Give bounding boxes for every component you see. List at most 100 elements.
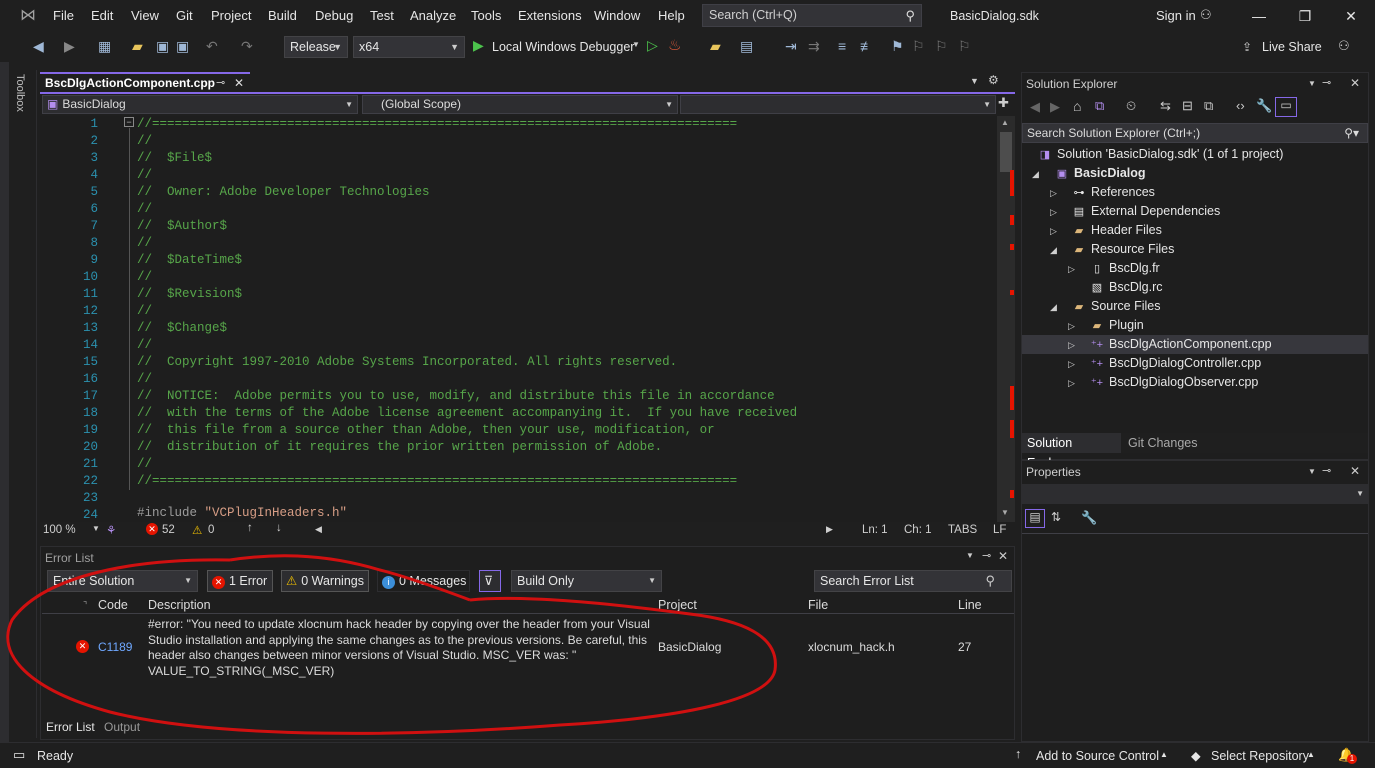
menu-debug[interactable]: Debug — [315, 0, 353, 32]
share-icon[interactable]: ⇪ — [1242, 40, 1252, 54]
undo-icon[interactable]: ↶ — [206, 38, 218, 55]
close-window-button[interactable]: ✕ — [1328, 0, 1374, 32]
scroll-down-icon[interactable]: ▼ — [1001, 508, 1009, 517]
prev-bookmark-icon[interactable]: ⚐ — [912, 38, 925, 55]
account-icon[interactable]: ⚇ — [1200, 7, 1212, 23]
errors-filter-button[interactable]: ✕ 1 Error — [207, 570, 273, 592]
back-icon[interactable]: ◀ — [1030, 99, 1040, 115]
collapsed-icon[interactable]: ▷ — [1068, 378, 1075, 389]
menu-edit[interactable]: Edit — [91, 0, 113, 32]
solution-search-input[interactable]: Search Solution Explorer (Ctrl+;) ⚲▾ — [1022, 123, 1368, 143]
project-nav-select[interactable]: ▣ BasicDialog ▼ — [42, 95, 358, 114]
tree-solution[interactable]: ◨ Solution 'BasicDialog.sdk' (1 of 1 proj… — [1038, 145, 1284, 165]
pin-icon[interactable]: ⊸ — [216, 74, 225, 92]
menu-build[interactable]: Build — [268, 0, 297, 32]
tree-bscdlgdialogobserver-cpp[interactable]: ⁺+ BscDlgDialogObserver.cpp — [1090, 373, 1259, 393]
build-filter-select[interactable]: Build Only ▼ — [511, 570, 662, 592]
column-file[interactable]: File — [808, 597, 828, 615]
hscroll-left-icon[interactable]: ◀ — [315, 524, 322, 535]
tab-output[interactable]: Output — [104, 718, 140, 736]
collapsed-icon[interactable]: ▷ — [1068, 340, 1075, 351]
zoom-level[interactable]: 100 % — [43, 524, 76, 536]
warning-count[interactable]: 0 — [208, 524, 214, 536]
start-debug-icon[interactable]: ▶ — [473, 37, 484, 54]
next-bookmark-icon[interactable]: ⚐ — [935, 38, 948, 55]
bookmark-icon[interactable]: ⚑ — [891, 38, 904, 55]
menu-project[interactable]: Project — [211, 0, 251, 32]
categorized-icon[interactable]: ▤ — [1025, 509, 1045, 528]
layout-icon[interactable]: ▤ — [740, 38, 753, 55]
tree-header-files[interactable]: ▰ Header Files — [1072, 221, 1162, 241]
menu-git[interactable]: Git — [176, 0, 193, 32]
back-icon[interactable]: ◀ — [33, 38, 44, 55]
arrow-down-icon[interactable]: ↓ — [276, 522, 282, 534]
line-ending-indicator[interactable]: LF — [993, 524, 1006, 536]
column-options-icon[interactable]: ⌝ — [83, 597, 87, 615]
save-all-icon[interactable]: ▣ — [176, 38, 189, 55]
forward-icon[interactable]: ▶ — [1050, 99, 1060, 115]
tree-bscdlg-rc[interactable]: ▧ BscDlg.rc — [1090, 278, 1163, 298]
tree-references[interactable]: ⊶ References — [1072, 183, 1155, 203]
expanded-icon[interactable]: ◢ — [1032, 169, 1039, 180]
gear-icon[interactable]: ⚙ — [988, 73, 999, 87]
collapsed-icon[interactable]: ▷ — [1068, 321, 1075, 332]
menu-test[interactable]: Test — [370, 0, 394, 32]
sync-icon[interactable]: ⇆ — [1160, 98, 1171, 114]
debugger-button[interactable]: Local Windows Debugger — [492, 36, 634, 58]
tree-plugin[interactable]: ▰ Plugin — [1090, 316, 1144, 336]
tree-bscdlg-fr[interactable]: ▯ BscDlg.fr — [1090, 259, 1160, 279]
chevron-down-icon[interactable]: ▼ — [632, 40, 640, 49]
filter-toggle-button[interactable]: ⊽ — [479, 570, 501, 592]
preview-icon[interactable]: ▭ — [1275, 97, 1297, 117]
error-count[interactable]: 52 — [162, 524, 175, 536]
tab-solution-explorer[interactable]: Solution Explorer — [1022, 433, 1121, 470]
step-over-icon[interactable]: ⇉ — [808, 38, 820, 55]
chevron-up-icon[interactable]: ▲ — [1307, 750, 1315, 759]
switch-views-icon[interactable]: ⧉ — [1095, 98, 1104, 114]
menu-analyze[interactable]: Analyze — [410, 0, 456, 32]
menu-extensions[interactable]: Extensions — [518, 0, 582, 32]
properties-object-select[interactable]: ▼ — [1022, 484, 1368, 504]
tabs-indicator[interactable]: TABS — [948, 524, 977, 536]
chevron-up-icon[interactable]: ▲ — [1160, 750, 1168, 759]
maximize-button[interactable]: ❐ — [1282, 0, 1328, 32]
chevron-down-icon[interactable]: ▼ — [92, 524, 100, 533]
menu-file[interactable]: File — [53, 0, 74, 32]
menu-tools[interactable]: Tools — [471, 0, 501, 32]
arrow-up-icon[interactable]: ↑ — [247, 522, 253, 534]
column-description[interactable]: Description — [148, 597, 211, 615]
add-to-source-control-button[interactable]: Add to Source Control — [1036, 749, 1159, 763]
menu-help[interactable]: Help — [658, 0, 685, 32]
menu-window[interactable]: Window — [594, 0, 640, 32]
intellicode-icon[interactable]: ⚘ — [106, 523, 116, 537]
member-nav-select[interactable]: ▼ — [680, 95, 996, 114]
tab-error-list[interactable]: Error List — [46, 718, 95, 736]
tree-resource-files[interactable]: ▰ Resource Files — [1072, 240, 1175, 260]
scope-nav-select[interactable]: (Global Scope) ▼ — [362, 95, 678, 114]
platform-select[interactable]: x64 ▼ — [353, 36, 465, 58]
column-line[interactable]: Line — [958, 597, 982, 615]
pin-icon[interactable]: ⊸ — [982, 549, 991, 562]
tree-external-dependencies[interactable]: ▤ External Dependencies — [1072, 202, 1220, 222]
line-indicator[interactable]: Ln: 1 — [862, 524, 888, 536]
property-pages-icon[interactable]: 🔧 — [1081, 510, 1097, 526]
pin-icon[interactable]: ⊸ — [1322, 76, 1331, 89]
editor-tab-active[interactable]: BscDlgActionComponent.cpp ⊸ ✕ — [40, 72, 250, 92]
error-list-search[interactable]: Search Error List ⚲ — [814, 570, 1012, 592]
properties-icon[interactable]: 🔧 — [1256, 98, 1272, 114]
tree-bscdlgactioncomponent-cpp[interactable]: ⁺+ BscDlgActionComponent.cpp — [1090, 335, 1272, 355]
solution-folder-icon[interactable]: ▰ — [710, 38, 721, 55]
new-project-icon[interactable]: ▦ — [98, 38, 111, 55]
column-indicator[interactable]: Ch: 1 — [904, 524, 932, 536]
open-file-icon[interactable]: ▰ — [132, 38, 143, 55]
scroll-up-icon[interactable]: ▲ — [1001, 118, 1009, 127]
live-share-button[interactable]: Live Share — [1262, 36, 1322, 58]
toolbox-tab[interactable]: Toolbox — [14, 74, 26, 112]
redo-icon[interactable]: ↷ — [241, 38, 253, 55]
feedback-icon[interactable]: ⚇ — [1338, 38, 1350, 54]
home-icon[interactable]: ⌂ — [1073, 98, 1081, 114]
collapsed-icon[interactable]: ▷ — [1050, 207, 1057, 218]
hot-reload-icon[interactable]: ♨ — [668, 36, 681, 54]
alphabetical-icon[interactable]: ⇅ — [1051, 510, 1061, 524]
pin-icon[interactable]: ⊸ — [1322, 464, 1331, 477]
